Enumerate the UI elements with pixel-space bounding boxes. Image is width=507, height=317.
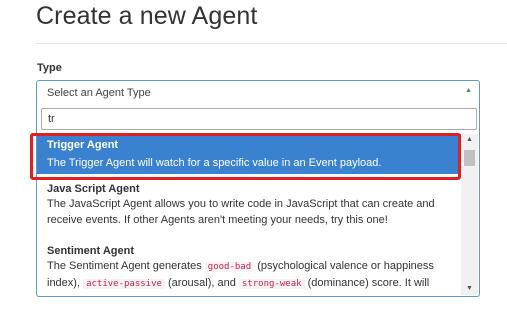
triangle-up-icon: ▲ (465, 87, 472, 94)
option-description-line: The JavaScript Agent allows you to write… (47, 198, 435, 210)
option-description-line: The Sentiment Agent generates good-bad (… (47, 260, 434, 272)
title-divider (36, 43, 507, 44)
select-placeholder: Select an Agent Type (47, 87, 151, 99)
option-description-line: index), active-passive (arousal), and st… (47, 277, 430, 289)
option-sentiment-agent[interactable]: Sentiment Agent The Sentiment Agent gene… (37, 244, 461, 292)
option-name: Java Script Agent (47, 183, 140, 195)
type-label: Type (37, 62, 62, 74)
code-strong-weak: strong-weak (238, 279, 305, 289)
scrollbar-thumb[interactable] (464, 150, 475, 166)
code-active-passive: active-passive (83, 279, 165, 289)
option-description-line: receive events. If other Agents aren't m… (47, 214, 388, 226)
results-scrollbar[interactable]: ▲ ▼ (461, 134, 478, 295)
triangle-up-icon[interactable]: ▲ (461, 134, 478, 146)
highlight-annotation-box (30, 133, 461, 180)
search-input[interactable] (41, 108, 477, 130)
agent-type-select[interactable]: Select an Agent Type ▲ (36, 80, 480, 105)
code-good-bad: good-bad (204, 262, 255, 272)
option-name: Sentiment Agent (47, 245, 134, 257)
page-title: Create a new Agent (36, 2, 258, 30)
triangle-down-icon[interactable]: ▼ (461, 283, 478, 295)
option-javascript-agent[interactable]: Java Script Agent The JavaScript Agent a… (37, 182, 461, 228)
